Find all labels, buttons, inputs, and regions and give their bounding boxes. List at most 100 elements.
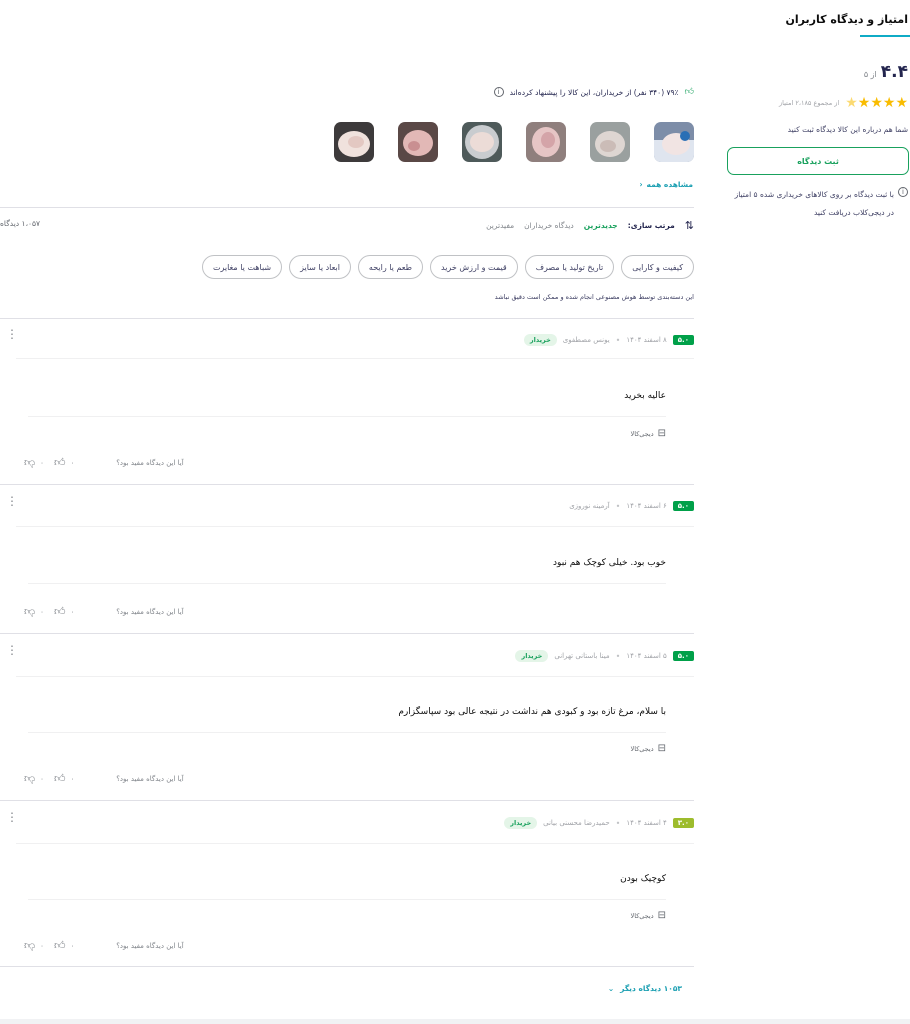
review-text: با سلام، مرغ تازه بود و کبودی هم نداشت د… <box>398 707 666 717</box>
review-photo[interactable] <box>398 122 438 162</box>
chip-taste-smell[interactable]: طعم یا رایحه <box>357 255 423 279</box>
review-date: ۴ اسفند ۱۴۰۴ <box>626 819 667 827</box>
dislike-count: ۰ <box>40 607 44 616</box>
like-button[interactable]: ۰ 👍︎ <box>54 772 74 785</box>
ai-disclaimer: این دسته‌بندی توسط هوش مصنوعی انجام شده … <box>494 293 694 301</box>
review-header: ۳.۰ ۴ اسفند ۱۴۰۴ • حمیدرضا محسنی بیانی خ… <box>504 817 694 829</box>
total-review-count: ۱،۰۵۷ دیدگاه <box>0 219 41 228</box>
review-separator <box>0 484 694 485</box>
review-card: ۳.۰ ۴ اسفند ۱۴۰۴ • حمیدرضا محسنی بیانی خ… <box>0 811 694 967</box>
dot-separator: • <box>615 651 621 661</box>
shop-icon: ⊟ <box>657 743 666 754</box>
seller-name: دیجی‌کالا <box>630 429 654 438</box>
thumb-down-icon: 👎︎ <box>24 772 36 785</box>
review-photo[interactable] <box>462 122 502 162</box>
review-card: ۵.۰ ۶ اسفند ۱۴۰۴ • آرمینه نوروزی ⋮ خوب ب… <box>0 495 694 633</box>
dislike-button[interactable]: ۰ 👎︎ <box>24 772 44 785</box>
info-icon[interactable]: i <box>493 87 504 97</box>
seller-info: ⊟ دیجی‌کالا <box>631 428 667 439</box>
review-photos <box>334 122 694 162</box>
score-scale: از ۵ <box>863 70 877 79</box>
review-photo[interactable] <box>654 122 694 162</box>
divider <box>28 732 666 733</box>
seller-info: ⊟ دیجی‌کالا <box>631 743 667 754</box>
chip-similarity[interactable]: شباهت یا مغایرت <box>201 255 283 279</box>
more-reviews-button[interactable]: ۱۰۵۳ دیدگاه دیگر ⌄ <box>608 984 682 993</box>
review-date: ۸ اسفند ۱۴۰۴ <box>626 336 667 344</box>
thumb-up-icon: 👍︎ <box>53 939 66 952</box>
average-score: ۴.۴ <box>880 62 908 82</box>
buyer-badge: خریدار <box>523 334 557 346</box>
buyer-badge: خریدار <box>515 650 549 662</box>
thumb-up-icon: 👍︎ <box>53 772 66 785</box>
sort-bar: ⇅ مرتب سازی: جدیدترین دیدگاه خریداران مف… <box>486 219 694 232</box>
review-photo[interactable] <box>590 122 630 162</box>
seller-name: دیجی‌کالا <box>630 911 654 920</box>
sort-option-buyers[interactable]: دیدگاه خریداران <box>524 221 574 230</box>
review-photo[interactable] <box>334 122 374 162</box>
divider <box>0 207 694 208</box>
review-date: ۵ اسفند ۱۴۰۴ <box>626 652 667 660</box>
kebab-icon[interactable]: ⋮ <box>6 644 18 656</box>
dislike-count: ۰ <box>40 458 44 467</box>
score-row: ۴.۴ از ۵ <box>864 62 908 82</box>
thumb-down-icon: 👎︎ <box>24 939 36 952</box>
submit-hint: شما هم درباره این کالا دیدگاه ثبت کنید <box>787 125 908 134</box>
stars-row: ★ ★ ★ ★ ★ از مجموع ۲،۱۸۵ امتیاز <box>779 96 908 110</box>
thumb-down-icon: 👎︎ <box>24 456 36 469</box>
divider <box>28 899 666 900</box>
divider <box>16 676 694 677</box>
rating-summary: امتیاز و دیدگاه کاربران ۴.۴ از ۵ ★ ★ ★ ★… <box>726 0 910 240</box>
review-date: ۶ اسفند ۱۴۰۴ <box>626 502 667 510</box>
divider <box>16 843 694 844</box>
view-all-photos-link[interactable]: مشاهده همه ‹ <box>639 180 693 189</box>
like-button[interactable]: ۰ 👍︎ <box>54 939 74 952</box>
dislike-count: ۰ <box>40 941 44 950</box>
dislike-button[interactable]: ۰ 👎︎ <box>24 605 44 618</box>
shop-icon: ⊟ <box>657 910 666 921</box>
like-count: ۰ <box>70 458 75 467</box>
half-star-icon: ★ <box>845 95 858 111</box>
seller-name: دیجی‌کالا <box>630 744 654 753</box>
kebab-icon[interactable]: ⋮ <box>6 495 18 507</box>
dislike-button[interactable]: ۰ 👎︎ <box>24 456 44 469</box>
sort-label: مرتب سازی: <box>627 221 675 230</box>
chip-production-date[interactable]: تاریخ تولید یا مصرف <box>524 255 615 279</box>
review-card: ۵.۰ ۵ اسفند ۱۴۰۴ • مینا باستانی تهرانی خ… <box>0 644 694 800</box>
review-separator <box>0 966 694 967</box>
review-author: یونس مصطفوی <box>562 336 610 344</box>
club-info: i با ثبت دیدگاه بر روی کالاهای خریداری ش… <box>728 186 908 222</box>
like-count: ۰ <box>70 941 75 950</box>
helpful-row: آیا این دیدگاه مفید بود؟ ۰ 👍︎ ۰ 👎︎ <box>18 456 184 469</box>
like-count: ۰ <box>70 607 75 616</box>
kebab-icon[interactable]: ⋮ <box>6 328 18 340</box>
view-all-label: مشاهده همه <box>646 180 693 189</box>
divider <box>16 358 694 359</box>
sort-option-helpful[interactable]: مفیدترین <box>486 221 514 230</box>
like-button[interactable]: ۰ 👍︎ <box>54 605 74 618</box>
kebab-icon[interactable]: ⋮ <box>6 811 18 823</box>
club-text: با ثبت دیدگاه بر روی کالاهای خریداری شده… <box>734 190 894 217</box>
sort-option-newest[interactable]: جدیدترین <box>584 221 618 230</box>
total-ratings: از مجموع ۲،۱۸۵ امتیاز <box>778 99 840 107</box>
chevron-down-icon: ⌄ <box>607 984 615 993</box>
review-score-badge: ۵.۰ <box>672 335 694 345</box>
review-photo[interactable] <box>526 122 566 162</box>
helpful-question: آیا این دیدگاه مفید بود؟ <box>116 941 184 950</box>
dislike-button[interactable]: ۰ 👎︎ <box>24 939 44 952</box>
info-icon: i <box>898 187 908 197</box>
dot-separator: • <box>615 818 621 828</box>
review-separator <box>0 800 694 801</box>
review-header: ۵.۰ ۶ اسفند ۱۴۰۴ • آرمینه نوروزی <box>569 501 694 511</box>
star-icon: ★ <box>857 95 871 111</box>
submit-review-button[interactable]: ثبت دیدگاه <box>727 147 909 175</box>
review-text: عالیه بخرید <box>624 391 666 401</box>
shop-icon: ⊟ <box>657 428 666 439</box>
review-author: مینا باستانی تهرانی <box>554 652 610 660</box>
chip-size[interactable]: ابعاد یا سایز <box>289 255 351 279</box>
like-button[interactable]: ۰ 👍︎ <box>54 456 74 469</box>
divider <box>0 318 694 319</box>
chip-price-value[interactable]: قیمت و ارزش خرید <box>430 255 518 279</box>
helpful-question: آیا این دیدگاه مفید بود؟ <box>116 774 184 783</box>
chip-quality[interactable]: کیفیت و کارایی <box>621 255 694 279</box>
